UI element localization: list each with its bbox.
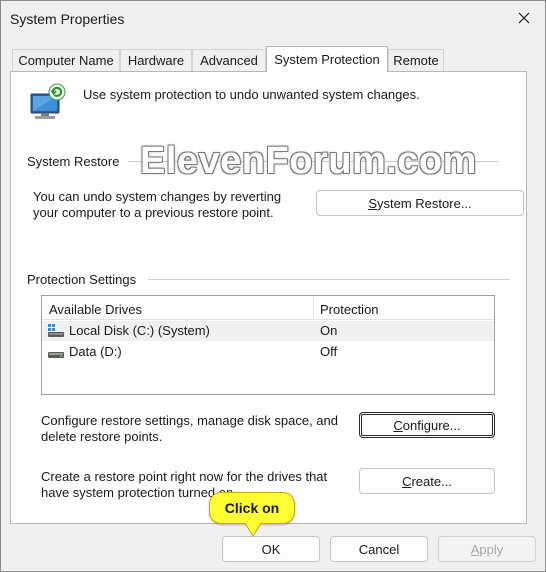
tab-hardware[interactable]: Hardware	[120, 49, 192, 71]
protection-settings-heading: Protection Settings	[27, 272, 145, 287]
drive-protection-status: Off	[320, 344, 338, 359]
watermark: ElevenForum.com	[140, 140, 477, 182]
system-restore-heading: System Restore	[27, 154, 128, 169]
intro-text: Use system protection to undo unwanted s…	[83, 87, 420, 102]
configure-description-line2: delete restore points.	[41, 429, 163, 444]
column-header-protection[interactable]: Protection	[320, 302, 379, 317]
click-on-callout: Click on	[209, 492, 295, 524]
drive-name: Local Disk (C:) (System)	[69, 323, 210, 338]
ok-button[interactable]: OK	[222, 536, 320, 562]
create-description-line2: have system protection turned on.	[41, 485, 237, 500]
apply-button[interactable]: Apply	[438, 536, 536, 562]
drive-protection-status: On	[320, 323, 338, 338]
system-restore-description-line2: your computer to a previous restore poin…	[33, 205, 274, 220]
configure-description-line1: Configure restore settings, manage disk …	[41, 413, 339, 428]
drive-name: Data (D:)	[69, 344, 122, 359]
system-restore-button[interactable]: System Restore...	[316, 190, 524, 216]
create-button[interactable]: Create...	[359, 468, 495, 494]
column-header-available-drives[interactable]: Available Drives	[49, 302, 142, 317]
system-drive-icon	[47, 323, 65, 342]
drive-row[interactable]: Data (D:) Off	[42, 342, 494, 362]
close-button[interactable]	[509, 4, 539, 32]
system-protection-icon	[25, 80, 71, 125]
close-icon	[518, 12, 530, 24]
configure-button[interactable]: Configure...	[359, 412, 495, 438]
drives-list[interactable]: Available Drives Protection Local Disk (…	[41, 295, 495, 395]
cancel-button[interactable]: Cancel	[330, 536, 428, 562]
create-description-line1: Create a restore point right now for the…	[41, 469, 328, 484]
system-restore-description-line1: You can undo system changes by reverting	[33, 189, 282, 204]
tab-computer-name[interactable]: Computer Name	[12, 49, 120, 71]
tab-remote[interactable]: Remote	[388, 49, 444, 71]
drive-row[interactable]: Local Disk (C:) (System) On	[42, 321, 494, 341]
tab-advanced[interactable]: Advanced	[192, 49, 266, 71]
tab-system-protection[interactable]: System Protection	[266, 46, 388, 72]
callout-pointer	[244, 522, 262, 540]
protection-settings-divider	[148, 279, 510, 280]
drive-icon	[47, 344, 65, 363]
column-separator	[313, 296, 314, 320]
drives-list-header: Available Drives Protection	[42, 296, 494, 320]
window-title: System Properties	[10, 11, 125, 27]
